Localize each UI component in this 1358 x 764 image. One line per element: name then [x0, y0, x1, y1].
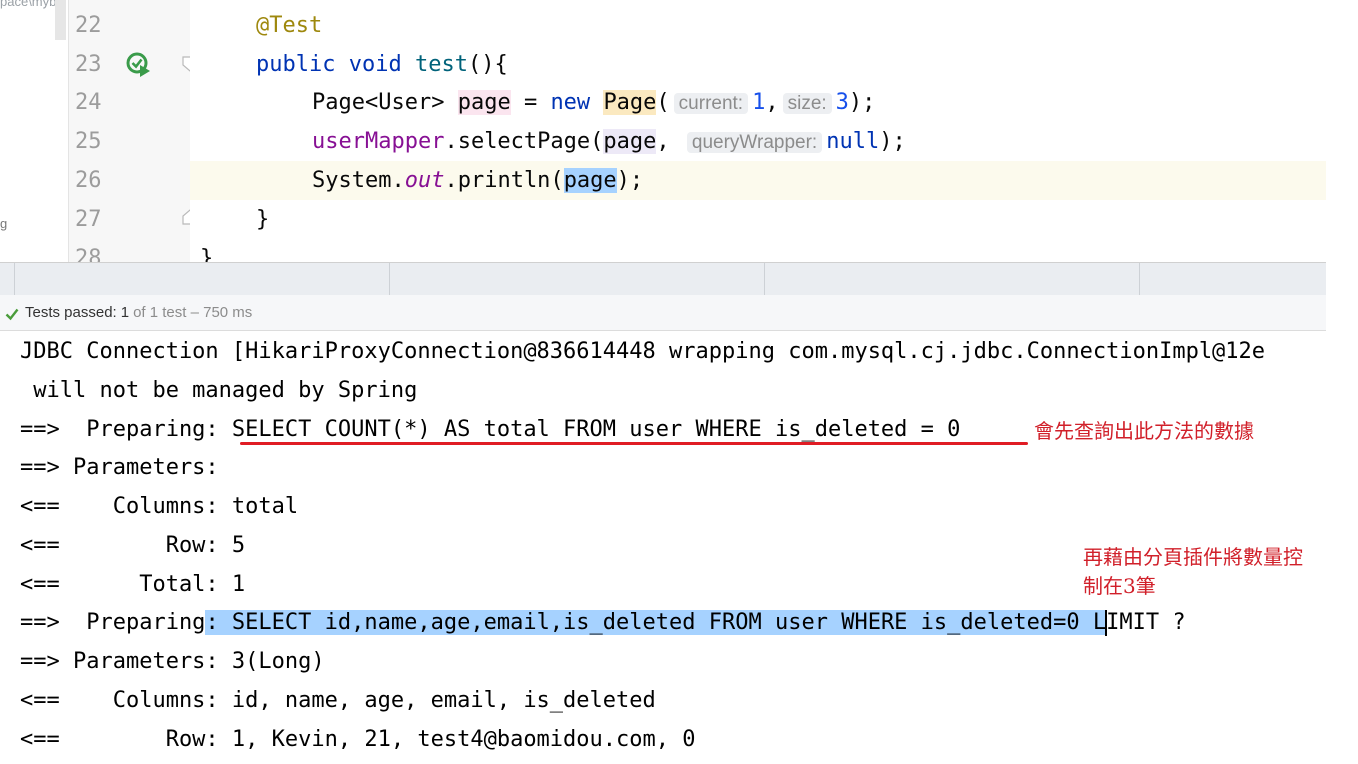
code-token: ,	[656, 129, 670, 154]
line-number: 22	[75, 13, 102, 38]
code-token: System.	[312, 168, 405, 193]
code-line-24: Page<User> page = new Page(current: 1, siz…	[190, 83, 1326, 122]
code-token: .println(	[444, 168, 564, 193]
code-token: ,	[765, 90, 779, 115]
field-out: out	[404, 168, 445, 193]
class-name: Page	[603, 90, 657, 115]
tests-passed-detail: of 1 test – 750 ms	[133, 304, 253, 321]
code-token: );	[616, 168, 644, 193]
code-token: (	[656, 90, 670, 115]
console-line: will not be managed by Spring	[20, 378, 418, 403]
console-line: <== Total: 1	[20, 572, 246, 597]
tests-passed-label: Tests passed:	[25, 304, 117, 321]
line-number: 24	[75, 90, 102, 115]
code-token: =	[523, 90, 538, 115]
code-type: Page<User>	[312, 90, 445, 115]
panel-divider[interactable]	[389, 263, 390, 296]
selected-text: : SELECT id,name,age,email,is_deleted FR…	[205, 610, 1107, 635]
annotation-note-2-line-2: 制在3筆	[1083, 574, 1156, 598]
project-panel-scrollbar[interactable]	[55, 0, 66, 40]
number-literal: 1	[752, 90, 766, 115]
red-underline-annotation	[240, 442, 1028, 445]
keyword: public	[256, 52, 336, 77]
test-status-bar: Tests passed: 1 of 1 test – 750 ms	[0, 295, 1326, 331]
code-token: .selectPage(	[444, 129, 604, 154]
annotation-note-2-line-1: 再藉由分頁插件將數量控	[1083, 545, 1303, 569]
project-panel-strip: pace\myba g	[0, 0, 68, 262]
annotation-test: @Test	[256, 13, 323, 38]
line-number: 23	[75, 52, 102, 77]
code-line-26-current: System.out.println(page);	[190, 161, 1326, 200]
console-line: <== Columns: total	[20, 494, 299, 519]
editor-gutter: 22 23 24 25 26 27 28	[68, 0, 198, 271]
code-token: }	[256, 207, 270, 232]
code-line-22: @Test	[190, 6, 1326, 45]
keyword: null	[826, 129, 880, 154]
check-icon	[5, 306, 19, 320]
code-token: (){	[467, 52, 508, 77]
code-token: );	[879, 129, 906, 154]
console-line: ==> Parameters:	[20, 455, 232, 480]
param-hint-current: current:	[673, 93, 749, 114]
field-usermapper: userMapper	[312, 129, 445, 154]
code-line-27: }	[190, 200, 1326, 239]
code-editor[interactable]: @Test public void test(){ Page<User> pag…	[190, 0, 1326, 262]
keyword: void	[348, 52, 402, 77]
panel-divider	[14, 263, 15, 296]
line-number: 27	[75, 207, 102, 232]
code-line-28: }	[190, 239, 1326, 262]
number-literal: 3	[835, 90, 849, 115]
line-number: 25	[75, 129, 102, 154]
keyword: new	[550, 90, 591, 115]
console-line: JDBC Connection [HikariProxyConnection@8…	[20, 339, 1266, 364]
variable-page: page	[603, 129, 657, 154]
console-line-selected: ==> Preparing: SELECT id,name,age,email,…	[20, 603, 1186, 642]
code-token: );	[848, 90, 876, 115]
console-text: ==> Preparing	[20, 610, 206, 635]
tests-passed-count: 1	[120, 304, 130, 321]
code-line-25: userMapper.selectPage(page, queryWrapper…	[190, 122, 1326, 161]
code-token: }	[200, 246, 214, 262]
run-tool-window-header	[0, 262, 1326, 296]
param-hint-querywrapper: queryWrapper:	[686, 132, 823, 153]
line-number: 26	[75, 168, 102, 193]
method-name: test	[414, 52, 468, 77]
console-text: IMIT ?	[1106, 610, 1186, 635]
variable-page: page	[457, 90, 511, 115]
run-test-icon[interactable]	[126, 52, 152, 78]
project-tree-fragment: g	[0, 216, 8, 231]
variable-page-selected: page	[563, 168, 617, 193]
console-line: <== Row: 1, Kevin, 21, test4@baomidou.co…	[20, 727, 696, 752]
code-line-23: public void test(){	[190, 45, 1326, 84]
panel-divider[interactable]	[764, 263, 765, 296]
panel-divider[interactable]	[1139, 263, 1140, 296]
console-line: <== Row: 5	[20, 533, 246, 558]
param-hint-size: size:	[782, 93, 832, 114]
console-line: <== Columns: id, name, age, email, is_de…	[20, 688, 656, 713]
annotation-note-1: 會先查詢出此方法的數據	[1034, 419, 1254, 443]
console-line: ==> Parameters: 3(Long)	[20, 649, 325, 674]
